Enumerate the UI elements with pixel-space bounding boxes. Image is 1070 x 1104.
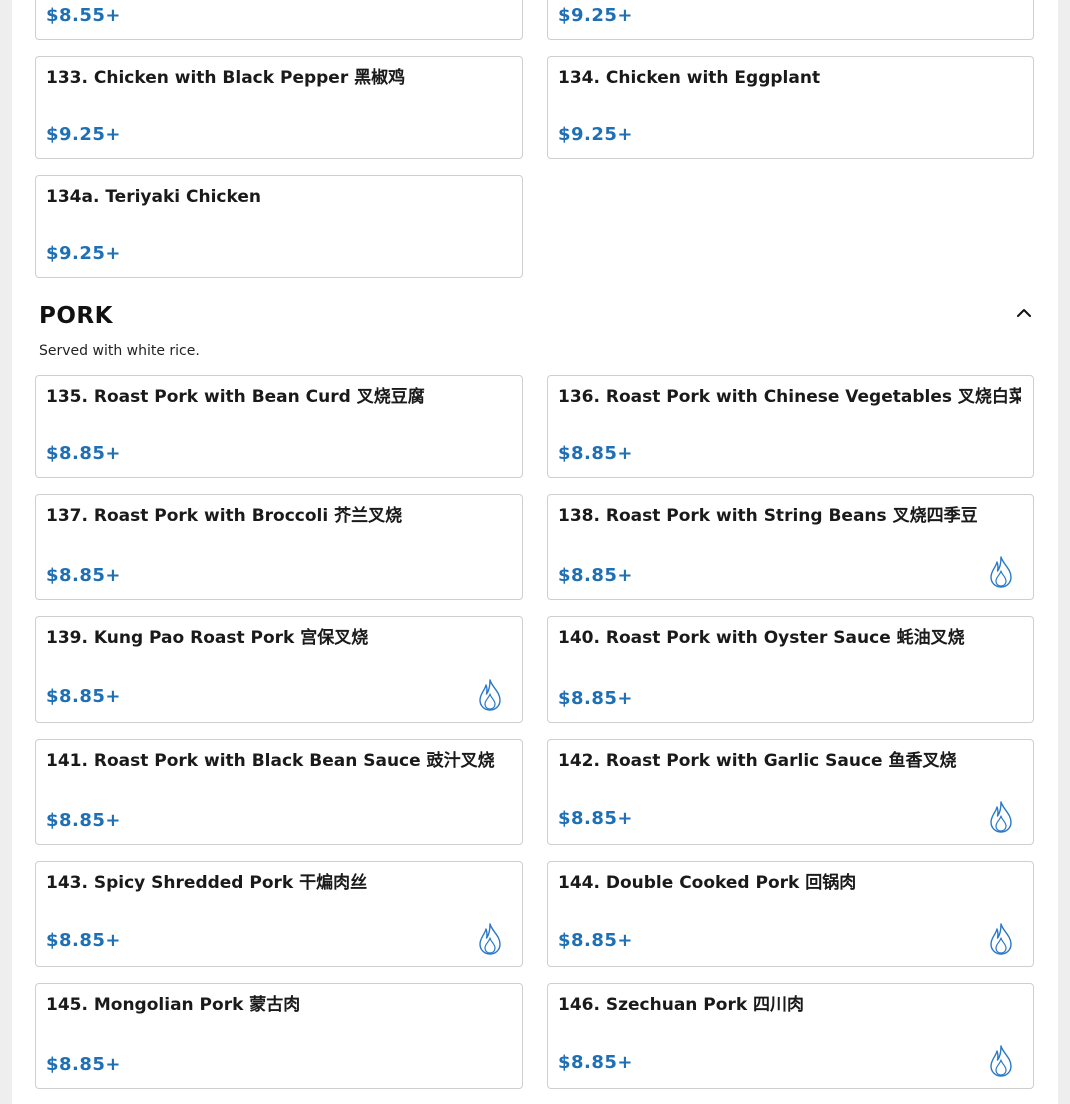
item-name: 134. Chicken with Eggplant xyxy=(558,68,821,88)
item-price: $9.25+ xyxy=(558,5,634,26)
item-price: $8.85+ xyxy=(46,443,122,464)
item-name: 143. Spicy Shredded Pork 干煸肉丝 xyxy=(46,873,368,893)
item-price: $8.85+ xyxy=(46,686,122,707)
flame-icon xyxy=(990,801,1012,833)
item-price: $8.85+ xyxy=(46,930,122,951)
item-name: 134a. Teriyaki Chicken xyxy=(46,187,261,207)
item-name: 136. Roast Pork with Chinese Vegetables … xyxy=(558,387,1021,407)
item-price: $8.85+ xyxy=(558,688,634,709)
item-price: $8.85+ xyxy=(558,443,634,464)
item-price: $8.85+ xyxy=(46,565,122,586)
menu-item-card[interactable]: 144. Double Cooked Pork 回锅肉 $8.85+ xyxy=(547,861,1034,967)
menu-item-card[interactable]: 145. Mongolian Pork 蒙古肉 $8.85+ xyxy=(35,983,523,1089)
menu-item-card[interactable]: 139. Kung Pao Roast Pork 宫保叉烧 $8.85+ xyxy=(35,616,523,723)
menu-item-card[interactable]: 140. Roast Pork with Oyster Sauce 蚝油叉烧 $… xyxy=(547,616,1034,723)
item-price: $8.55+ xyxy=(46,5,122,26)
menu-item-card[interactable]: 135. Roast Pork with Bean Curd 叉烧豆腐 $8.8… xyxy=(35,375,523,478)
item-name: 145. Mongolian Pork 蒙古肉 xyxy=(46,995,301,1015)
flame-icon xyxy=(990,1045,1012,1077)
menu-item-card[interactable]: 136. Roast Pork with Chinese Vegetables … xyxy=(547,375,1034,478)
item-name: 137. Roast Pork with Broccoli 芥兰叉烧 xyxy=(46,506,403,526)
item-price: $9.25+ xyxy=(46,124,122,145)
menu-page: $8.55+ $9.25+ 133. Chicken with Black Pe… xyxy=(12,0,1058,1104)
menu-item-card[interactable]: $9.25+ xyxy=(547,0,1034,40)
menu-item-card[interactable]: 133. Chicken with Black Pepper 黑椒鸡 $9.25… xyxy=(35,56,523,159)
section-title: PORK xyxy=(39,303,113,329)
menu-item-card[interactable]: $8.55+ xyxy=(35,0,523,40)
flame-icon xyxy=(479,679,501,711)
item-price: $8.85+ xyxy=(46,1054,122,1075)
item-name: 146. Szechuan Pork 四川肉 xyxy=(558,995,805,1015)
flame-icon xyxy=(990,923,1012,955)
menu-item-card[interactable]: 143. Spicy Shredded Pork 干煸肉丝 $8.85+ xyxy=(35,861,523,967)
menu-item-card[interactable]: 134. Chicken with Eggplant $9.25+ xyxy=(547,56,1034,159)
item-name: 144. Double Cooked Pork 回锅肉 xyxy=(558,873,857,893)
section-description: Served with white rice. xyxy=(39,343,200,359)
item-price: $8.85+ xyxy=(558,565,634,586)
menu-item-card[interactable]: 142. Roast Pork with Garlic Sauce 鱼香叉烧 $… xyxy=(547,739,1034,845)
item-name: 140. Roast Pork with Oyster Sauce 蚝油叉烧 xyxy=(558,628,965,648)
item-name: 138. Roast Pork with String Beans 叉烧四季豆 xyxy=(558,506,978,526)
menu-item-card[interactable]: 146. Szechuan Pork 四川肉 $8.85+ xyxy=(547,983,1034,1089)
item-name: 135. Roast Pork with Bean Curd 叉烧豆腐 xyxy=(46,387,425,407)
menu-item-card[interactable]: 134a. Teriyaki Chicken $9.25+ xyxy=(35,175,523,278)
chevron-up-icon[interactable] xyxy=(1013,302,1035,322)
item-price: $8.85+ xyxy=(558,808,634,829)
menu-item-card[interactable]: 141. Roast Pork with Black Bean Sauce 豉汁… xyxy=(35,739,523,845)
item-price: $9.25+ xyxy=(46,243,122,264)
flame-icon xyxy=(990,556,1012,588)
menu-item-card[interactable]: 138. Roast Pork with String Beans 叉烧四季豆 … xyxy=(547,494,1034,600)
item-price: $9.25+ xyxy=(558,124,634,145)
item-name: 141. Roast Pork with Black Bean Sauce 豉汁… xyxy=(46,751,495,771)
menu-item-card[interactable]: 137. Roast Pork with Broccoli 芥兰叉烧 $8.85… xyxy=(35,494,523,600)
flame-icon xyxy=(479,923,501,955)
item-price: $8.85+ xyxy=(46,810,122,831)
item-name: 142. Roast Pork with Garlic Sauce 鱼香叉烧 xyxy=(558,751,957,771)
item-name: 133. Chicken with Black Pepper 黑椒鸡 xyxy=(46,68,406,88)
item-price: $8.85+ xyxy=(558,1052,634,1073)
item-name: 139. Kung Pao Roast Pork 宫保叉烧 xyxy=(46,628,369,648)
item-price: $8.85+ xyxy=(558,930,634,951)
